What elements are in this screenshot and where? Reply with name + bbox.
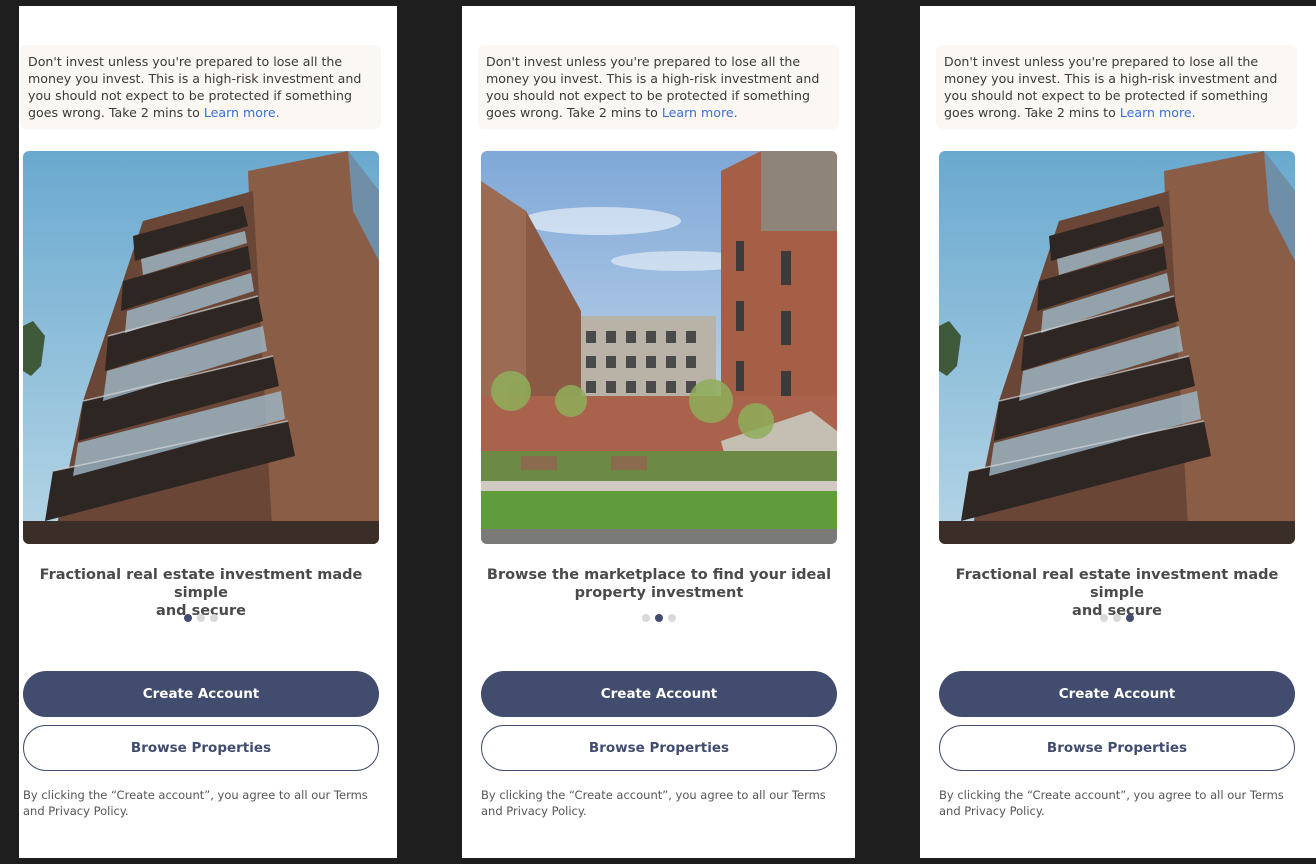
pagination-dot-1[interactable] [184, 614, 192, 622]
create-account-button[interactable]: Create Account [939, 671, 1295, 717]
slide-caption: Fractional real estate investment made s… [23, 566, 379, 620]
pagination-dot-2[interactable] [1113, 614, 1121, 622]
create-account-button[interactable]: Create Account [23, 671, 379, 717]
risk-warning-text: Don't invest unless you're prepared to l… [28, 54, 362, 120]
onboarding-screen-1: Don't invest unless you're prepared to l… [19, 6, 397, 858]
risk-warning-text: Don't invest unless you're prepared to l… [944, 54, 1278, 120]
terms-text: By clicking the “Create account”, you ag… [939, 788, 1284, 818]
browse-properties-button[interactable]: Browse Properties [939, 725, 1295, 771]
pagination-dot-3[interactable] [210, 614, 218, 622]
browse-properties-button[interactable]: Browse Properties [481, 725, 837, 771]
apartment-tower-image [23, 151, 379, 544]
browse-properties-button[interactable]: Browse Properties [23, 725, 379, 771]
risk-warning: Don't invest unless you're prepared to l… [936, 45, 1297, 129]
terms-text: By clicking the “Create account”, you ag… [481, 788, 826, 818]
risk-warning: Don't invest unless you're prepared to l… [478, 45, 839, 129]
slide-caption-line-1: Fractional real estate investment made s… [39, 567, 363, 601]
learn-more-link[interactable]: Learn more. [1120, 105, 1196, 120]
slide-caption-line-1: Browse the marketplace to find your idea… [486, 567, 832, 583]
learn-more-link[interactable]: Learn more. [662, 105, 738, 120]
terms-text: By clicking the “Create account”, you ag… [23, 788, 368, 818]
apartment-tower-image [939, 151, 1295, 544]
create-account-button[interactable]: Create Account [481, 671, 837, 717]
pagination-dot-3[interactable] [1126, 614, 1134, 622]
pagination-dot-1[interactable] [642, 614, 650, 622]
slide-caption-line-2: property investment [574, 585, 744, 601]
pagination-dot-3[interactable] [668, 614, 676, 622]
learn-more-link[interactable]: Learn more. [204, 105, 280, 120]
slide-caption: Browse the marketplace to find your idea… [481, 566, 837, 602]
risk-warning: Don't invest unless you're prepared to l… [20, 45, 381, 129]
slide-caption-line-1: Fractional real estate investment made s… [955, 567, 1279, 601]
slide-caption: Fractional real estate investment made s… [939, 566, 1295, 620]
courtyard-buildings-image [481, 151, 837, 544]
onboarding-screen-3: Don't invest unless you're prepared to l… [920, 6, 1316, 858]
risk-warning-text: Don't invest unless you're prepared to l… [486, 54, 820, 120]
canvas: Don't invest unless you're prepared to l… [0, 0, 1316, 864]
pagination-dots [939, 614, 1295, 622]
pagination-dots [481, 614, 837, 622]
pagination-dot-2[interactable] [197, 614, 205, 622]
pagination-dot-2[interactable] [655, 614, 663, 622]
onboarding-screen-2: Don't invest unless you're prepared to l… [462, 6, 855, 858]
pagination-dot-1[interactable] [1100, 614, 1108, 622]
pagination-dots [23, 614, 379, 622]
